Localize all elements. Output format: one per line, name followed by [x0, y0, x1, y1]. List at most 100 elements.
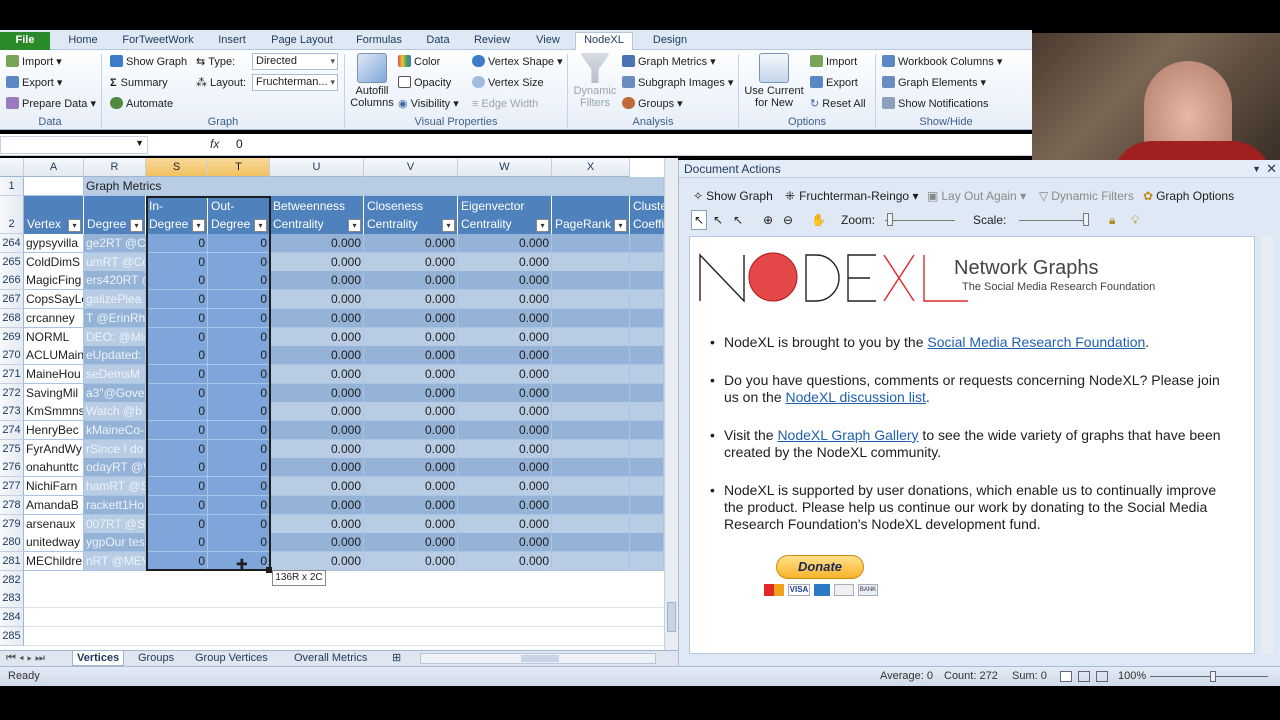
- empty-row[interactable]: [24, 608, 664, 627]
- row-header[interactable]: 278: [0, 495, 24, 515]
- degree-cell[interactable]: umRT @Co: [84, 252, 146, 272]
- clustering-cell[interactable]: [630, 477, 664, 497]
- lay-out-again-button[interactable]: ▣ Lay Out Again ▾: [927, 186, 1026, 206]
- column-header-w[interactable]: W: [458, 158, 552, 177]
- betweenness-cell[interactable]: 0.000: [270, 402, 364, 422]
- filter-dropdown-icon[interactable]: ▾: [254, 219, 267, 232]
- degree-cell[interactable]: galizePlea: [84, 290, 146, 310]
- select-subgraph-icon[interactable]: ↖: [733, 210, 743, 230]
- graph-options-button[interactable]: ✿ Graph Options: [1143, 186, 1234, 206]
- filter-dropdown-icon[interactable]: ▾: [68, 219, 81, 232]
- column-header-r[interactable]: R: [84, 158, 146, 177]
- lightbulb-icon[interactable]: 💡︎: [1131, 210, 1139, 230]
- degree-cell[interactable]: DEO: @Mis: [84, 327, 146, 347]
- row-header[interactable]: 276: [0, 458, 24, 478]
- select-pointer-icon[interactable]: ↖: [691, 210, 707, 230]
- pagerank-cell[interactable]: [552, 402, 630, 422]
- sheet-nav-arrows[interactable]: ⏮ ◂ ▸ ⏭: [2, 651, 49, 666]
- in-degree-cell[interactable]: 0: [146, 551, 208, 571]
- cell[interactable]: [24, 177, 84, 196]
- eigenvector-cell[interactable]: 0.000: [458, 402, 552, 422]
- vertex-name-cell[interactable]: onahunttc: [24, 458, 84, 478]
- row-header[interactable]: 283: [0, 589, 24, 609]
- eigenvector-cell[interactable]: 0.000: [458, 271, 552, 291]
- pagerank-cell[interactable]: [552, 458, 630, 478]
- betweenness-cell[interactable]: 0.000: [270, 495, 364, 515]
- vertex-name-cell[interactable]: CopsSayLe: [24, 290, 84, 310]
- clustering-cell[interactable]: [630, 364, 664, 384]
- out-degree-cell[interactable]: 0: [208, 402, 270, 422]
- out-degree-cell[interactable]: 0: [208, 234, 270, 253]
- eigenvector-cell[interactable]: 0.000: [458, 458, 552, 478]
- in-degree-cell[interactable]: 0: [146, 308, 208, 328]
- degree-cell[interactable]: rSince I do: [84, 439, 146, 459]
- column-header-v[interactable]: V: [364, 158, 458, 177]
- clustering-cell[interactable]: [630, 383, 664, 403]
- out-degree-cell[interactable]: 0: [208, 364, 270, 384]
- betweenness-cell[interactable]: 0.000: [270, 308, 364, 328]
- tab-view[interactable]: View: [528, 33, 568, 50]
- vertical-scrollbar[interactable]: [664, 158, 678, 650]
- vertex-name-cell[interactable]: gypsyvilla: [24, 234, 84, 253]
- betweenness-cell[interactable]: 0.000: [270, 252, 364, 272]
- vertex-name-cell[interactable]: FyrAndWy: [24, 439, 84, 459]
- in-degree-cell[interactable]: 0: [146, 327, 208, 347]
- vertex-shape-button[interactable]: Vertex Shape ▾: [472, 53, 563, 71]
- out-degree-cell[interactable]: 0: [208, 495, 270, 515]
- closeness-cell[interactable]: 0.000: [364, 290, 458, 310]
- column-header-t[interactable]: T: [208, 158, 270, 177]
- row-header[interactable]: 270: [0, 346, 24, 366]
- graph-metrics-button[interactable]: Graph Metrics ▾: [622, 53, 716, 71]
- eigenvector-cell[interactable]: 0.000: [458, 383, 552, 403]
- empty-row[interactable]: [24, 589, 664, 609]
- in-degree-cell[interactable]: 0: [146, 439, 208, 459]
- eigenvector-cell[interactable]: 0.000: [458, 308, 552, 328]
- pagerank-cell[interactable]: [552, 290, 630, 310]
- show-notifications-button[interactable]: Show Notifications: [882, 95, 989, 113]
- row-header[interactable]: 264: [0, 234, 24, 253]
- degree-cell[interactable]: seDemsM: [84, 364, 146, 384]
- closeness-cell[interactable]: 0.000: [364, 271, 458, 291]
- row-header[interactable]: 271: [0, 364, 24, 384]
- groups-button[interactable]: Groups ▾: [622, 95, 683, 113]
- closeness-cell[interactable]: 0.000: [364, 252, 458, 272]
- out-degree-cell[interactable]: 0: [208, 290, 270, 310]
- degree-cell[interactable]: hamRT @S: [84, 477, 146, 497]
- betweenness-cell[interactable]: 0.000: [270, 439, 364, 459]
- tab-design[interactable]: Design: [645, 33, 695, 50]
- eigenvector-cell[interactable]: 0.000: [458, 327, 552, 347]
- out-degree-cell[interactable]: 0: [208, 327, 270, 347]
- out-degree-cell[interactable]: 0: [208, 514, 270, 534]
- row-header[interactable]: 285: [0, 626, 24, 646]
- in-degree-cell[interactable]: 0: [146, 364, 208, 384]
- clustering-cell[interactable]: [630, 271, 664, 291]
- eigenvector-cell[interactable]: 0.000: [458, 364, 552, 384]
- column-header-u[interactable]: U: [270, 158, 364, 177]
- out-degree-cell[interactable]: 0: [208, 477, 270, 497]
- betweenness-cell[interactable]: 0.000: [270, 271, 364, 291]
- vertex-name-cell[interactable]: SavingMil: [24, 383, 84, 403]
- name-box[interactable]: ▼: [0, 136, 148, 154]
- closeness-cell[interactable]: 0.000: [364, 533, 458, 553]
- in-degree-cell[interactable]: 0: [146, 383, 208, 403]
- eigenvector-cell[interactable]: 0.000: [458, 346, 552, 366]
- clustering-cell[interactable]: [630, 308, 664, 328]
- clustering-cell[interactable]: [630, 421, 664, 440]
- show-graph-panel-button[interactable]: ✧ Show Graph: [693, 186, 773, 206]
- new-sheet-icon[interactable]: ⊞: [388, 651, 405, 666]
- tab-insert[interactable]: Insert: [212, 33, 252, 50]
- degree-cell[interactable]: ygpOur tes: [84, 533, 146, 553]
- degree-cell[interactable]: Watch @b: [84, 402, 146, 422]
- betweenness-cell[interactable]: 0.000: [270, 514, 364, 534]
- filter-dropdown-icon[interactable]: ▾: [348, 219, 361, 232]
- donate-button[interactable]: Donate: [776, 555, 864, 579]
- clustering-cell[interactable]: [630, 495, 664, 515]
- eigenvector-cell[interactable]: 0.000: [458, 514, 552, 534]
- row-header[interactable]: 282: [0, 570, 24, 590]
- row-header[interactable]: 281: [0, 551, 24, 571]
- export-button[interactable]: Export ▾: [6, 74, 62, 92]
- in-degree-cell[interactable]: 0: [146, 514, 208, 534]
- out-degree-cell[interactable]: 0: [208, 439, 270, 459]
- filter-dropdown-icon[interactable]: ▾: [442, 219, 455, 232]
- row-header[interactable]: 277: [0, 477, 24, 497]
